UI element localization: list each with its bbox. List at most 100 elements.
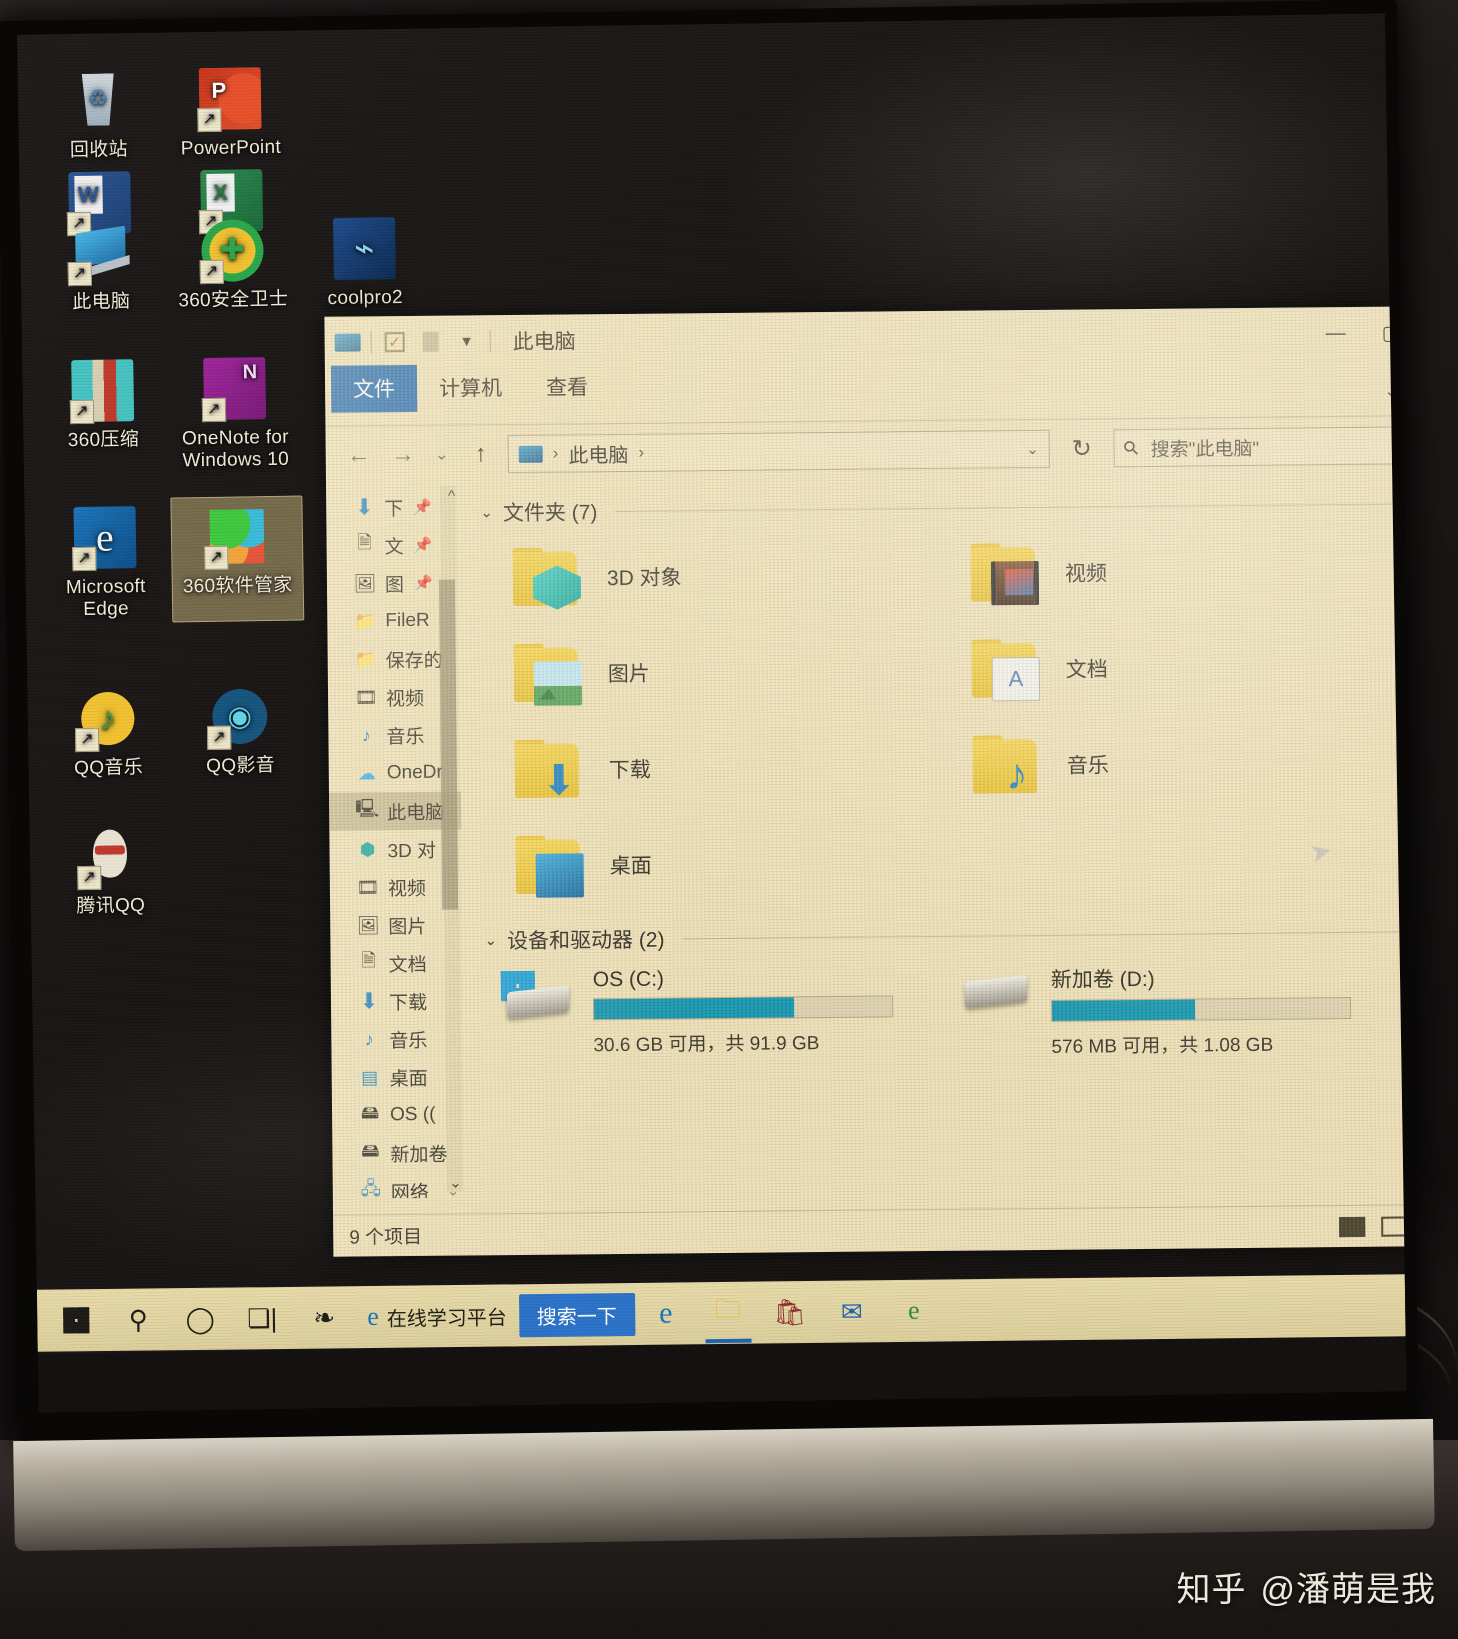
desktop-icon-tencent-qq[interactable]: ↗ 腾讯QQ	[43, 817, 177, 921]
large-icons-view-icon[interactable]	[1381, 1215, 1407, 1237]
quick-access-toolbar[interactable]: ✓ ▾ 此电脑	[334, 325, 576, 357]
desktop-icon-qq-video[interactable]: ↗ QQ影音	[173, 676, 307, 780]
store-icon[interactable]: 🛍	[758, 1282, 821, 1343]
details-view-icon[interactable]	[1339, 1216, 1366, 1237]
desktop-icon-row: ↗ 360压缩 ↗ OneNote for Windows 10	[36, 348, 308, 477]
laptop: 回收站 P↗ PowerPoint	[0, 0, 1439, 1552]
sidebar-item-downloads[interactable]: ⬇ 下载	[331, 982, 463, 1021]
chevron-down-icon[interactable]: ▾	[454, 330, 480, 352]
content-pane[interactable]: ⌄ 文件夹 (7) 3D 对象 视频 图片 A 文档 ⬇ 下载 ♪ 音乐 桌面 …	[458, 472, 1407, 1197]
folder-icon	[972, 735, 1045, 796]
desktop-icon-recycle-bin[interactable]: 回收站	[32, 61, 166, 165]
refresh-button[interactable]: ↻	[1060, 434, 1104, 463]
taskbar-item-online-learning[interactable]: e 在线学习平台	[355, 1300, 519, 1332]
folder-item-3d-objects[interactable]: 3D 对象	[481, 529, 940, 623]
minimize-button[interactable]: —	[1326, 322, 1346, 345]
360-software-manager-icon: ↗	[204, 505, 268, 570]
desktop-icon-360-software-manager[interactable]: ↗ 360软件管家	[170, 495, 305, 623]
document-icon: 🗎	[357, 532, 372, 553]
taskbar[interactable]: ⚲ ◯ ❏| ❧ e 在线学习平台 搜索一下 e 🗀 🛍 ✉ e	[36, 1274, 1406, 1352]
chevron-down-icon[interactable]: ⌄	[484, 931, 497, 949]
sidebar-item-new-volume-d[interactable]: 🖴 新加卷	[332, 1134, 464, 1173]
desktop-icon-onenote[interactable]: ↗ OneNote for Windows 10	[168, 349, 302, 476]
file-explorer-window[interactable]: ✓ ▾ 此电脑 — ▢ 文件 计算机 查看 ⌄ ← → ⌄ ↑ › 此电脑 › …	[324, 306, 1407, 1257]
file-explorer-icon[interactable]: 🗀	[696, 1283, 759, 1344]
desktop-icon-powerpoint[interactable]: P ↗ PowerPoint	[163, 59, 297, 163]
folder-icon	[971, 639, 1045, 702]
sidebar-item-documents-pinned[interactable]: 🗎 文 📌	[326, 526, 458, 565]
desktop-icon-edge[interactable]: ↗ Microsoft Edge	[38, 497, 172, 624]
taskbar-item-label: 在线学习平台	[386, 1306, 507, 1331]
screenshot-root: 回收站 P↗ PowerPoint	[0, 0, 1458, 1639]
sidebar-item-downloads-pinned[interactable]: ⬇ 下 📌	[326, 488, 458, 527]
up-button[interactable]: ↑	[464, 440, 498, 468]
sidebar-item-label: 视频	[387, 878, 427, 900]
search-pill-button[interactable]: 搜索一下	[518, 1284, 636, 1345]
view-buttons[interactable]	[1339, 1215, 1407, 1237]
folder-item-documents[interactable]: 文档	[939, 621, 1398, 715]
title-bar[interactable]: ✓ ▾ 此电脑 — ▢	[324, 306, 1406, 368]
drive-icon: 🖴	[361, 1140, 380, 1161]
folder-item-music[interactable]: 音乐	[940, 717, 1399, 811]
folder-item-pictures[interactable]: 图片	[481, 625, 940, 719]
tab-file[interactable]: 文件	[330, 364, 418, 413]
forward-button[interactable]: →	[386, 441, 420, 469]
window-controls[interactable]: — ▢	[1326, 320, 1401, 346]
360-icon[interactable]: ❧	[293, 1287, 356, 1348]
folder-item-downloads[interactable]: 下载	[482, 721, 941, 815]
drive-item-os-c[interactable]: OS (C:) 30.6 GB 可用，共 91.9 GB	[485, 965, 944, 1064]
sidebar-item-network[interactable]: 🖧 网络 ⌄	[333, 1172, 465, 1198]
group-header-folders[interactable]: ⌄ 文件夹 (7)	[480, 489, 1397, 528]
desktop-icon-360-safe[interactable]: ↗ 360安全卫士	[166, 211, 300, 315]
desktop-icon-this-pc[interactable]: ↗ 此电脑	[34, 213, 168, 317]
folder-item-videos[interactable]: 视频	[938, 525, 1397, 619]
desktop-icon-row: ↗ 此电脑 ↗ 360安全卫士	[34, 210, 306, 317]
sidebar-item-pictures[interactable]: 🖼 图片	[330, 906, 462, 945]
folder-icon	[513, 643, 587, 706]
tab-view[interactable]: 查看	[524, 363, 610, 411]
group-header-drives[interactable]: ⌄ 设备和驱动器 (2)	[484, 917, 1401, 956]
folder-item-desktop[interactable]: 桌面	[483, 817, 942, 911]
task-view-icon[interactable]: ❏|	[231, 1288, 294, 1349]
desktop-icon-360-zip[interactable]: ↗ 360压缩	[36, 351, 170, 478]
maximize-button[interactable]: ▢	[1382, 320, 1401, 345]
search-box[interactable]: ⚲ 搜索"此电脑"	[1113, 426, 1404, 468]
chevron-down-icon[interactable]: ⌄	[480, 503, 493, 521]
scrollbar-thumb[interactable]	[438, 579, 459, 910]
breadcrumb-separator[interactable]: ›	[638, 443, 644, 463]
sidebar-item-label: 新加卷	[390, 1144, 448, 1166]
sidebar-item-os-c[interactable]: 🖴 OS ((	[332, 1096, 464, 1135]
breadcrumb-this-pc[interactable]: 此电脑	[568, 438, 628, 468]
recent-locations-button[interactable]: ⌄	[430, 445, 454, 465]
desktop-icon-label: QQ音乐	[74, 756, 144, 779]
internet-explorer-icon[interactable]: e	[882, 1280, 945, 1341]
tab-computer[interactable]: 计算机	[417, 364, 524, 412]
sidebar-item-music-2[interactable]: ♪ 音乐	[331, 1020, 463, 1059]
chevron-down-icon[interactable]: ⌄	[1026, 440, 1039, 458]
address-bar-row[interactable]: ← → ⌄ ↑ › 此电脑 › ⌄ ↻ ⚲ 搜索"此电脑"	[325, 416, 1406, 482]
search-icon[interactable]: ⚲	[107, 1289, 170, 1350]
back-button[interactable]: ←	[342, 441, 376, 469]
navigation-pane[interactable]: ⬇ 下 📌 🗎 文 📌 🖼 图 📌 📁 FileR 📁 保存的 🎞 视频 ♪ 音…	[326, 482, 465, 1199]
sidebar-item-desktop[interactable]: ▤ 桌面	[332, 1058, 464, 1097]
sidebar-item-label: 视频	[385, 688, 425, 710]
cortana-circle-icon[interactable]: ◯	[169, 1289, 232, 1350]
windows-desktop[interactable]: 回收站 P↗ PowerPoint	[17, 13, 1407, 1355]
start-button[interactable]	[45, 1290, 108, 1351]
address-bar[interactable]: › 此电脑 › ⌄	[507, 429, 1050, 474]
drive-item-new-volume-d[interactable]: 新加卷 (D:) 576 MB 可用，共 1.08 GB	[943, 961, 1402, 1060]
download-icon: ⬇	[354, 494, 374, 520]
edge-icon[interactable]: e	[634, 1283, 697, 1344]
desktop-icon-coolpro2[interactable]: coolpro2	[298, 208, 432, 312]
desktop-icon-label: Microsoft Edge	[65, 575, 146, 621]
mail-icon[interactable]: ✉	[820, 1281, 883, 1342]
pin-icon: 📌	[413, 574, 433, 592]
new-folder-icon[interactable]	[418, 331, 444, 353]
scroll-down-icon[interactable]: ⌄	[449, 1174, 462, 1192]
sidebar-item-label: 保存的	[385, 650, 443, 672]
desktop-icon-qq-music[interactable]: ↗ QQ音乐	[41, 678, 175, 782]
scroll-up-icon[interactable]: ^	[448, 488, 455, 505]
properties-checkbox-icon[interactable]: ✓	[382, 331, 408, 353]
sidebar-item-documents[interactable]: 🗎 文档	[330, 944, 462, 983]
chevron-down-icon[interactable]: ⌄	[1384, 380, 1399, 401]
